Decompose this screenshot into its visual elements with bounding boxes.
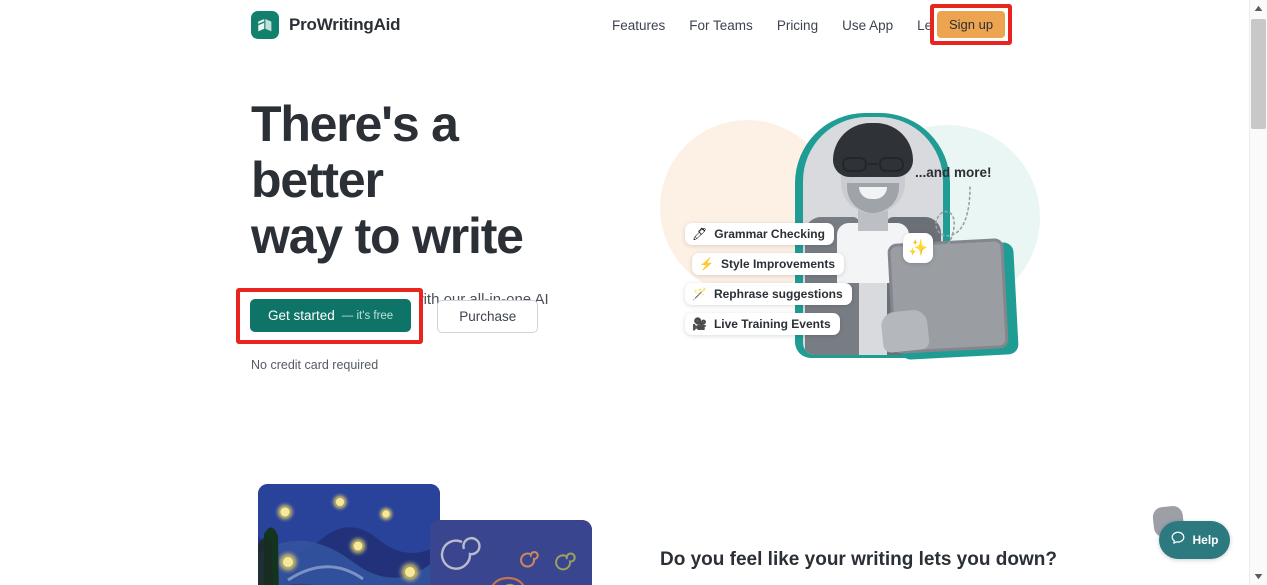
- hero-illustration: ✨ ...and more! 🖊 Grammar Checking ⚡ Styl…: [640, 95, 1185, 539]
- feature-chip-rephrase-suggestions: 🪄 Rephrase suggestions: [685, 283, 852, 305]
- section-heading: Do you feel like your writing lets you d…: [660, 549, 1057, 570]
- chat-bubble-icon: [1170, 530, 1186, 551]
- starry-night-svg: [258, 484, 440, 585]
- magic-wand-icon: 🪄: [692, 287, 707, 301]
- browser-viewport: ProWritingAid Features For Teams Pricing…: [0, 0, 1249, 585]
- feature-chip-label: Live Training Events: [713, 317, 831, 331]
- get-started-label: Get started: [268, 308, 335, 323]
- get-started-note: — it's free: [341, 309, 394, 322]
- hero-cta-row: Get started — it's free Purchase: [236, 288, 539, 344]
- page-root: ProWritingAid Features For Teams Pricing…: [0, 0, 1267, 585]
- nav-link-use-app[interactable]: Use App: [830, 12, 905, 39]
- scroll-up-arrow-icon[interactable]: [1250, 0, 1267, 17]
- glasses-lens-right: [879, 157, 904, 172]
- hero-title-line-2: way to write: [251, 208, 524, 264]
- hero-title: There's a better way to write: [251, 96, 591, 264]
- purchase-button[interactable]: Purchase: [437, 299, 539, 333]
- signup-highlight-box: Sign up: [930, 4, 1012, 45]
- dotted-curved-arrow-icon: [929, 186, 971, 266]
- get-started-highlight-box: Get started — it's free: [236, 288, 424, 344]
- nav-link-for-teams[interactable]: For Teams: [677, 12, 765, 39]
- glasses-lens-left: [842, 157, 867, 172]
- nav-link-features[interactable]: Features: [600, 12, 677, 39]
- feature-chip-label: Grammar Checking: [714, 227, 825, 241]
- feature-chip-style-improvements: ⚡ Style Improvements: [692, 253, 844, 275]
- feature-chip-live-training-events: 🎥 Live Training Events: [685, 313, 840, 335]
- doodle-svg: [430, 520, 592, 585]
- get-started-button[interactable]: Get started — it's free: [250, 299, 412, 332]
- no-credit-card-note: No credit card required: [251, 358, 379, 372]
- site-header: ProWritingAid Features For Teams Pricing…: [0, 0, 1249, 50]
- feature-chip-label: Rephrase suggestions: [713, 287, 843, 301]
- brand-logo[interactable]: ProWritingAid: [251, 11, 401, 39]
- starry-night-artwork: [258, 484, 440, 585]
- scroll-down-arrow-icon[interactable]: [1250, 568, 1267, 585]
- feature-chip-list: 🖊 Grammar Checking ⚡ Style Improvements …: [685, 223, 852, 335]
- hero-title-line-1: There's a better: [251, 96, 459, 208]
- vertical-scrollbar[interactable]: [1249, 0, 1267, 585]
- lightning-bolt-icon: ⚡: [699, 257, 714, 271]
- sign-up-button[interactable]: Sign up: [937, 11, 1005, 38]
- blue-doodle-artwork: [430, 520, 592, 585]
- nav-link-pricing[interactable]: Pricing: [765, 12, 830, 39]
- hand: [880, 308, 1185, 539]
- open-book-icon: [251, 11, 279, 39]
- movie-camera-icon: 🎥: [692, 317, 707, 331]
- glasses-icon: [841, 157, 905, 172]
- help-widget-button[interactable]: Help: [1159, 521, 1230, 559]
- feature-chip-grammar-checking: 🖊 Grammar Checking: [685, 223, 834, 245]
- scrollbar-thumb[interactable]: [1251, 19, 1266, 129]
- help-label: Help: [1192, 533, 1219, 547]
- brand-name: ProWritingAid: [289, 15, 401, 34]
- pen-icon: 🖊: [692, 227, 708, 241]
- glasses-bridge: [868, 163, 878, 166]
- feature-chip-label: Style Improvements: [720, 257, 835, 271]
- and-more-label: ...and more!: [915, 165, 992, 180]
